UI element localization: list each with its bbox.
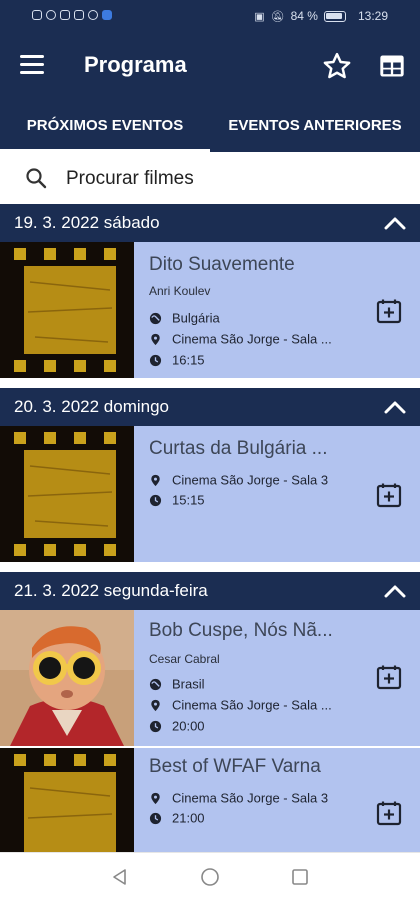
menu-icon[interactable] bbox=[20, 54, 46, 76]
date-label: 20. 3. 2022 domingo bbox=[14, 397, 170, 416]
event-card[interactable]: Curtas da Bulgária ... Cinema São Jorge … bbox=[0, 426, 420, 562]
mute-icon: 🔕︎ bbox=[270, 10, 285, 23]
date-header[interactable]: 20. 3. 2022 domingo bbox=[0, 388, 420, 426]
date-header[interactable]: 21. 3. 2022 segunda-feira bbox=[0, 572, 420, 610]
date-label: 19. 3. 2022 sábado bbox=[14, 213, 160, 232]
event-country: Bulgária bbox=[149, 310, 220, 326]
location-pin-icon bbox=[151, 474, 160, 487]
event-title: Best of WFAF Varna bbox=[149, 756, 321, 777]
add-to-calendar-icon[interactable] bbox=[376, 800, 402, 826]
time-label: 21:00 bbox=[172, 810, 205, 826]
nfc-icon: ▣ bbox=[254, 10, 265, 23]
facebook-icon bbox=[46, 10, 56, 20]
film-thumbnail bbox=[0, 426, 134, 562]
battery-percent: 84 % bbox=[290, 9, 318, 23]
tab-bar: PRÓXIMOS EVENTOS EVENTOS ANTERIORES bbox=[0, 100, 420, 152]
status-bar: ▣ 🔕︎ 84 % 13:29 bbox=[0, 0, 420, 32]
event-title: Dito Suavemente bbox=[149, 254, 295, 275]
venue-label: Cinema São Jorge - Sala ... bbox=[172, 331, 332, 347]
tab-label: EVENTOS ANTERIORES bbox=[228, 117, 402, 134]
event-time: 20:00 bbox=[149, 718, 205, 734]
cloud-icon bbox=[88, 10, 98, 20]
event-venue: Cinema São Jorge - Sala 3 bbox=[149, 790, 328, 806]
time-label: 20:00 bbox=[172, 718, 205, 734]
add-to-calendar-icon[interactable] bbox=[376, 298, 402, 324]
app-icon bbox=[102, 10, 112, 20]
venue-label: Cinema São Jorge - Sala ... bbox=[172, 697, 332, 713]
add-to-calendar-icon[interactable] bbox=[376, 664, 402, 690]
country-label: Brasil bbox=[172, 676, 205, 692]
notification-icon bbox=[32, 10, 42, 20]
event-time: 21:00 bbox=[149, 810, 205, 826]
event-director: Cesar Cabral bbox=[149, 652, 220, 666]
app-bar: Programa bbox=[0, 32, 420, 100]
home-icon[interactable] bbox=[200, 867, 220, 887]
film-thumbnail bbox=[0, 748, 134, 852]
venue-label: Cinema São Jorge - Sala 3 bbox=[172, 472, 329, 488]
star-icon[interactable] bbox=[322, 51, 352, 81]
event-card[interactable]: Bob Cuspe, Nós Nã... Cesar Cabral Brasil… bbox=[0, 610, 420, 746]
youtube-icon bbox=[60, 10, 70, 20]
tab-upcoming-events[interactable]: PRÓXIMOS EVENTOS bbox=[0, 100, 210, 152]
venue-label: Cinema São Jorge - Sala 3 bbox=[172, 790, 329, 806]
game-icon bbox=[74, 10, 84, 20]
search-input[interactable]: Procurar filmes bbox=[66, 168, 194, 190]
time-label: 16:15 bbox=[172, 352, 205, 368]
page-title: Programa bbox=[84, 52, 187, 77]
event-time: 15:15 bbox=[149, 492, 205, 508]
location-pin-icon bbox=[151, 699, 160, 712]
event-card[interactable]: Dito Suavemente Anri Koulev Bulgária Cin… bbox=[0, 242, 420, 378]
event-venue: Cinema São Jorge - Sala 3 bbox=[149, 472, 328, 488]
app-screen: ▣ 🔕︎ 84 % 13:29 Programa PRÓXIMOS EVENTO… bbox=[0, 0, 420, 900]
event-director: Anri Koulev bbox=[149, 284, 211, 298]
event-time: 16:15 bbox=[149, 352, 205, 368]
chevron-up-icon[interactable] bbox=[384, 216, 406, 230]
location-pin-icon bbox=[151, 333, 160, 346]
search-icon bbox=[26, 168, 47, 189]
event-country: Brasil bbox=[149, 676, 205, 692]
battery-icon bbox=[323, 10, 346, 22]
event-venue: Cinema São Jorge - Sala ... bbox=[149, 697, 332, 713]
event-venue: Cinema São Jorge - Sala ... bbox=[149, 331, 332, 347]
add-to-calendar-icon[interactable] bbox=[376, 482, 402, 508]
country-label: Bulgária bbox=[172, 310, 220, 326]
globe-icon bbox=[149, 678, 162, 691]
tab-past-events[interactable]: EVENTOS ANTERIORES bbox=[210, 100, 420, 152]
status-right: ▣ 🔕︎ 84 % 13:29 bbox=[254, 9, 388, 23]
tab-label: PRÓXIMOS EVENTOS bbox=[26, 117, 184, 134]
film-thumbnail bbox=[0, 242, 134, 378]
calendar-grid-icon[interactable] bbox=[378, 52, 406, 80]
recents-icon[interactable] bbox=[290, 867, 310, 887]
date-label: 21. 3. 2022 segunda-feira bbox=[14, 581, 208, 600]
clock: 13:29 bbox=[357, 9, 388, 23]
film-thumbnail bbox=[0, 610, 134, 746]
system-nav-bar bbox=[0, 852, 420, 900]
chevron-up-icon[interactable] bbox=[384, 400, 406, 414]
clock-icon bbox=[149, 720, 162, 733]
clock-icon bbox=[149, 494, 162, 507]
chevron-up-icon[interactable] bbox=[384, 584, 406, 598]
clock-icon bbox=[149, 812, 162, 825]
notification-icons bbox=[32, 10, 112, 20]
globe-icon bbox=[149, 312, 162, 325]
location-pin-icon bbox=[151, 792, 160, 805]
time-label: 15:15 bbox=[172, 492, 205, 508]
clock-icon bbox=[149, 354, 162, 367]
back-icon[interactable] bbox=[110, 867, 130, 887]
event-title: Bob Cuspe, Nós Nã... bbox=[149, 620, 333, 641]
event-title: Curtas da Bulgária ... bbox=[149, 438, 328, 459]
search-bar[interactable]: Procurar filmes bbox=[0, 152, 420, 204]
date-header[interactable]: 19. 3. 2022 sábado bbox=[0, 204, 420, 242]
event-card[interactable]: Best of WFAF Varna Cinema São Jorge - Sa… bbox=[0, 748, 420, 852]
